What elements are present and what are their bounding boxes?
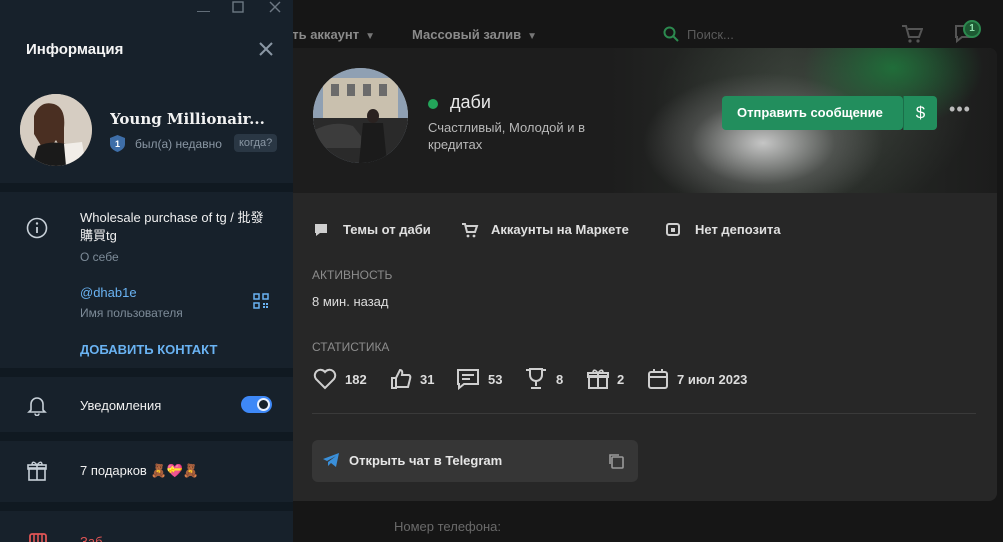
online-indicator	[428, 99, 438, 109]
gift-icon	[27, 461, 47, 481]
contact-avatar[interactable]	[20, 94, 92, 166]
search-input[interactable]: Поиск...	[663, 24, 853, 46]
cart-icon[interactable]	[901, 24, 923, 44]
window-close-icon[interactable]	[269, 1, 281, 16]
profile-avatar[interactable]	[313, 68, 408, 163]
heart-icon	[313, 368, 337, 390]
copy-icon[interactable]	[607, 452, 625, 470]
bell-icon	[27, 397, 47, 416]
minimize-icon[interactable]: —	[197, 3, 210, 18]
open-telegram-chat-button[interactable]: Открыть чат в Telegram	[312, 440, 638, 482]
phone-label: Номер телефона:	[394, 519, 501, 534]
message-icon	[457, 369, 479, 391]
chevron-down-icon: ▼	[365, 31, 376, 42]
activity-label: Активность	[312, 268, 393, 282]
chat-badge: 1	[963, 20, 981, 38]
section-separator	[0, 502, 293, 511]
cart-icon	[462, 223, 479, 238]
nav-link-mass-upload[interactable]: Массовый залив ▼	[412, 27, 537, 42]
section-separator	[0, 432, 293, 441]
more-options-button[interactable]: •••	[948, 100, 972, 124]
chevron-down-icon: ▼	[527, 31, 537, 42]
maximize-icon[interactable]	[232, 1, 244, 16]
calendar-icon	[648, 369, 668, 389]
stat-gifts[interactable]: 2	[586, 367, 626, 393]
screen: ать аккаунт ▼ Массовый залив ▼ Поиск... 1	[0, 0, 1003, 542]
notifications-toggle[interactable]	[241, 396, 272, 413]
profile-card: даби Счастливый, Молодой и в кредитах От…	[293, 48, 997, 501]
info-icon	[26, 217, 48, 239]
divider	[312, 413, 976, 414]
toggle-knob	[257, 398, 270, 411]
qr-code-icon[interactable]	[253, 293, 269, 309]
telegram-info-panel: — Информация Young Millionair... 1 был(а…	[0, 0, 293, 542]
shield-icon: 1	[110, 135, 125, 152]
search-icon	[663, 26, 679, 42]
deposit-icon	[666, 223, 680, 236]
avatar-photo	[313, 68, 408, 163]
gifts-row[interactable]: 7 подарков 🧸💝🧸	[80, 463, 199, 479]
when-button[interactable]: когда?	[234, 134, 278, 152]
trophy-icon	[526, 368, 546, 389]
section-separator	[0, 368, 293, 377]
stat-trophies[interactable]: 8	[524, 367, 569, 393]
block-user-button[interactable]: Заб...	[80, 534, 113, 542]
block-user-icon	[29, 533, 47, 542]
last-seen: был(а) недавно	[135, 137, 222, 151]
thumbs-up-icon	[391, 368, 412, 389]
close-icon[interactable]	[257, 40, 275, 58]
nav-link-sell-account[interactable]: ать аккаунт ▼	[285, 27, 375, 42]
section-separator	[0, 183, 293, 192]
stat-join-date: 7 июл 2023	[646, 367, 756, 393]
username-link[interactable]: @dhab1e	[80, 285, 137, 300]
send-message-button[interactable]: Отправить сообщение	[722, 96, 903, 130]
notifications-label: Уведомления	[80, 398, 162, 413]
telegram-plane-icon	[323, 453, 339, 467]
bio-text: Wholesale purchase of tg / 批發購買tg	[80, 210, 264, 243]
stat-thumbs[interactable]: 31	[389, 367, 439, 393]
stat-likes[interactable]: 182	[313, 367, 373, 393]
money-transfer-button[interactable]: $	[903, 96, 937, 130]
profile-name: даби	[450, 92, 491, 112]
panel-title: Информация	[26, 41, 124, 58]
bio-label: О себе	[80, 250, 119, 264]
stat-messages[interactable]: 53	[456, 367, 506, 393]
add-contact-button[interactable]: ДОБАВИТЬ КОНТАКТ	[80, 342, 217, 357]
speech-bubble-icon	[315, 224, 327, 236]
stats-label: Статистика	[312, 340, 390, 354]
activity-value: 8 мин. назад	[312, 294, 389, 309]
profile-status: Счастливый, Молодой и в кредитах	[428, 120, 586, 152]
svg-text:1: 1	[115, 139, 120, 149]
avatar-photo	[20, 94, 92, 166]
gift-icon	[587, 369, 609, 389]
contact-name: Young Millionair...	[110, 110, 265, 128]
username-label: Имя пользователя	[80, 306, 183, 320]
